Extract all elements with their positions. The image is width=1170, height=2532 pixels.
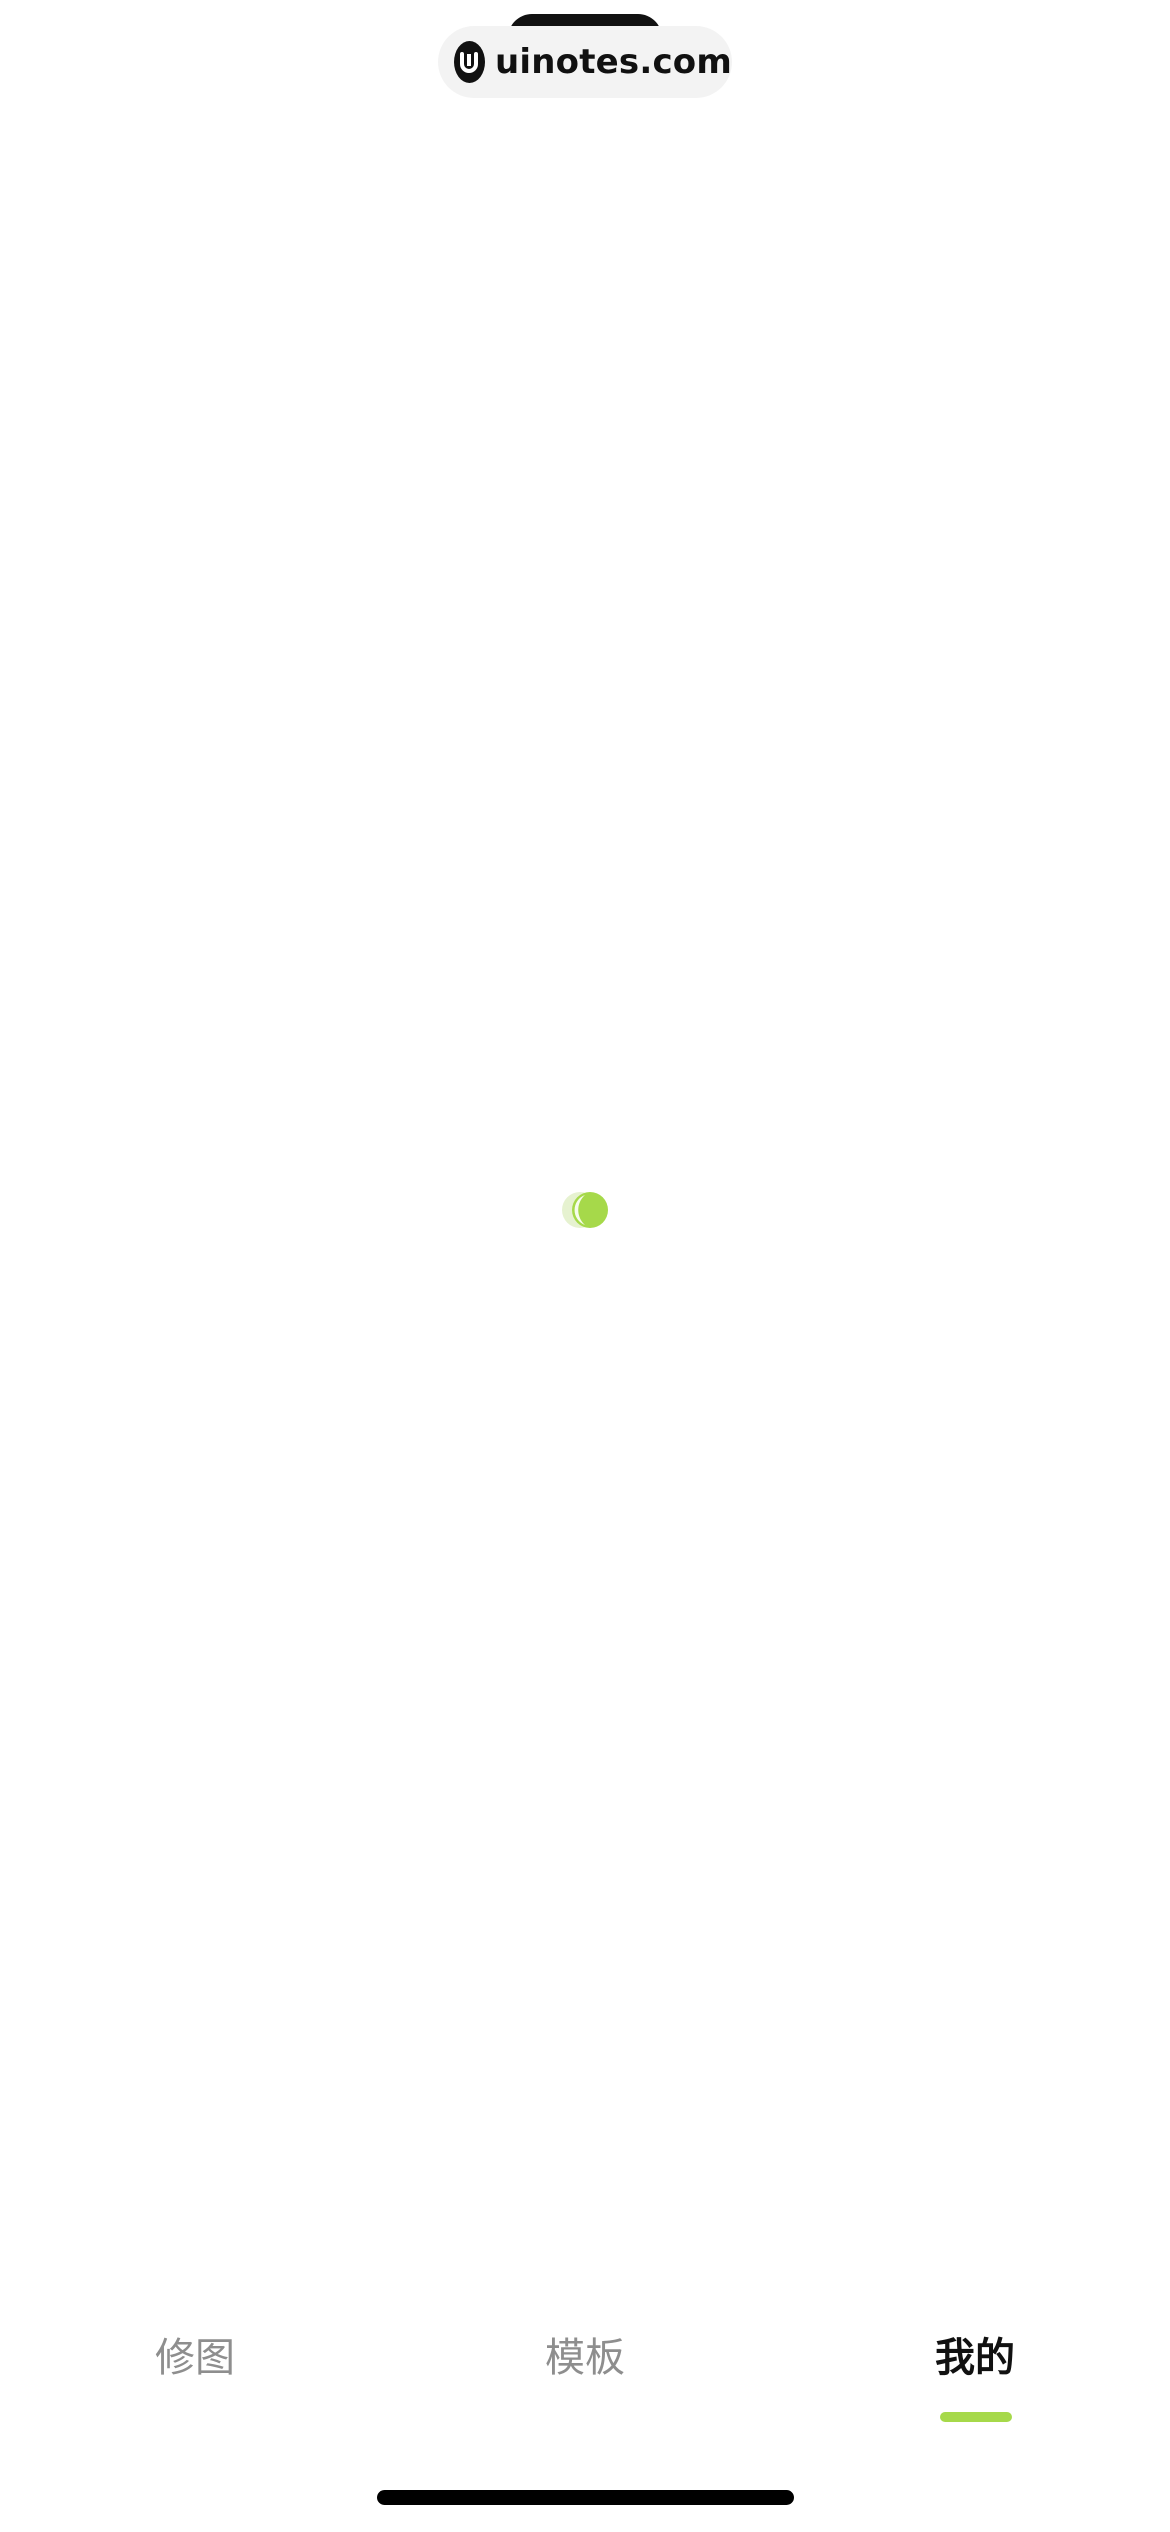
watermark-badge: uinotes.com — [438, 26, 732, 98]
active-tab-indicator — [940, 2412, 1012, 2422]
tab-edit[interactable]: 修图 — [95, 2334, 295, 2382]
home-indicator[interactable] — [377, 2490, 794, 2505]
bottom-tab-bar: 修图 模板 我的 — [0, 2300, 1170, 2440]
loading-spinner-icon — [558, 1188, 614, 1232]
tab-template[interactable]: 模板 — [485, 2334, 685, 2382]
uinotes-logo-icon — [454, 41, 485, 83]
watermark-text: uinotes.com — [494, 42, 732, 82]
tab-mine[interactable]: 我的 — [875, 2334, 1075, 2382]
